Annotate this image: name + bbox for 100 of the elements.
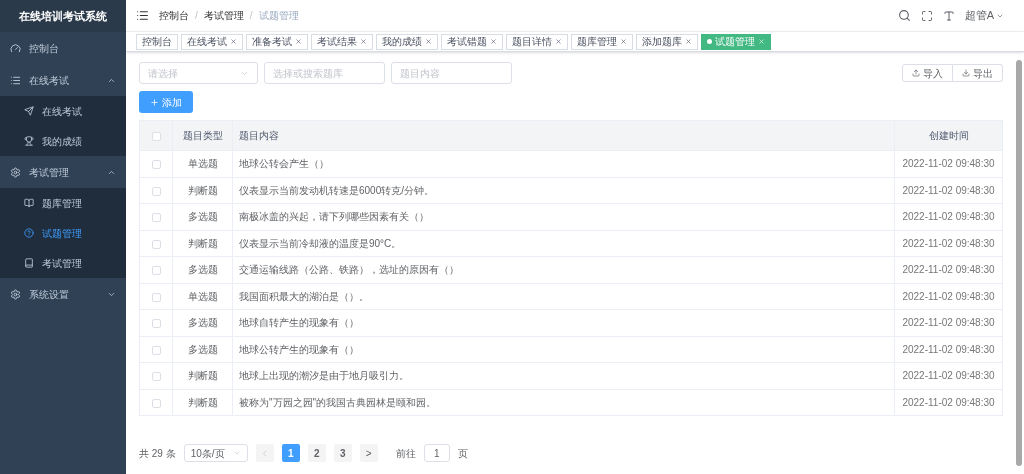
table-cell: 南极冰盖的兴起，请下列哪些因素有关（） xyxy=(232,203,895,230)
column-header: 创建时间 xyxy=(894,120,1003,151)
close-icon[interactable] xyxy=(555,38,562,45)
close-icon[interactable] xyxy=(685,38,692,45)
table-cell: 判断题 xyxy=(172,362,233,389)
row-checkbox[interactable] xyxy=(151,239,161,249)
menu-icon xyxy=(10,42,21,54)
row-checkbox[interactable] xyxy=(151,398,161,408)
table-cell: 交通运输线路（公路、铁路），选址的原因有（） xyxy=(232,256,895,283)
table-cell: 2022-11-02 09:48:30 xyxy=(894,150,1003,177)
total-count: 共 29 条 xyxy=(139,446,176,461)
submenu-item[interactable]: 题库管理 xyxy=(0,188,126,218)
breadcrumb-separator: / xyxy=(249,9,253,23)
table-cell: 被称为"万园之园"的我国古典园林是颐和园。 xyxy=(232,389,895,416)
row-checkbox[interactable] xyxy=(151,213,161,223)
table-cell: 地球公转会产生（） xyxy=(232,150,895,177)
menu-icon xyxy=(10,166,21,178)
font-size-icon[interactable] xyxy=(942,9,955,22)
table-cell: 仪表显示当前冷却液的温度是90°C。 xyxy=(232,230,895,257)
menu-item[interactable]: 系统设置 xyxy=(0,278,126,310)
tag[interactable]: 我的成绩 xyxy=(376,33,438,50)
breadcrumb-item[interactable]: 控制台 xyxy=(159,8,189,23)
close-icon[interactable] xyxy=(360,38,367,45)
download-icon xyxy=(962,69,970,77)
table-cell: 2022-11-02 09:48:30 xyxy=(894,283,1003,310)
row-checkbox[interactable] xyxy=(151,372,161,382)
page-size-select[interactable]: 10条/页 xyxy=(183,444,248,462)
row-checkbox[interactable] xyxy=(151,160,161,170)
table-cell: 2022-11-02 09:48:30 xyxy=(894,177,1003,204)
table-cell: 多选题 xyxy=(172,309,233,336)
breadcrumb-separator: / xyxy=(195,9,198,23)
table-cell: 2022-11-02 09:48:30 xyxy=(894,309,1003,336)
user-menu[interactable]: 超管A xyxy=(964,7,1004,24)
row-checkbox[interactable] xyxy=(151,345,161,355)
table-cell: 多选题 xyxy=(172,203,233,230)
table-cell: 2022-11-02 09:48:30 xyxy=(894,256,1003,283)
column-header: 题目类型 xyxy=(172,120,233,151)
plus-icon xyxy=(150,97,159,107)
table-cell: 判断题 xyxy=(172,389,233,416)
menu-toggle-icon[interactable] xyxy=(136,9,149,22)
table-cell: 2022-11-02 09:48:30 xyxy=(894,230,1003,257)
scrollbar[interactable] xyxy=(1016,60,1022,466)
table-cell: 2022-11-02 09:48:30 xyxy=(894,203,1003,230)
table-cell: 地球上出现的潮汐是由于地月吸引力。 xyxy=(232,362,895,389)
table-cell: 多选题 xyxy=(172,336,233,363)
submenu-item[interactable]: 我的成绩 xyxy=(0,126,126,156)
tag[interactable]: 添加题库 xyxy=(636,33,698,50)
upload-icon xyxy=(912,69,920,77)
table-cell: 2022-11-02 09:48:30 xyxy=(894,336,1003,363)
row-checkbox[interactable] xyxy=(151,292,161,302)
submenu-item[interactable]: 考试管理 xyxy=(0,248,126,278)
row-checkbox[interactable] xyxy=(151,266,161,276)
menu-icon xyxy=(24,258,34,268)
select-all-checkbox[interactable] xyxy=(151,131,161,141)
row-checkbox[interactable] xyxy=(151,186,161,196)
page-button[interactable]: 3 xyxy=(333,444,352,462)
table-cell: 仪表显示当前发动机转速是6000转克/分钟。 xyxy=(232,177,895,204)
tag[interactable]: 题库管理 xyxy=(571,33,633,50)
page-button[interactable]: 2 xyxy=(307,444,326,462)
search-icon[interactable] xyxy=(897,9,911,22)
table-cell: 判断题 xyxy=(172,177,233,204)
menu-item[interactable]: 在线考试 xyxy=(0,64,126,96)
submenu-item[interactable]: 在线考试 xyxy=(0,96,126,126)
app-title: 在线培训考试系统 xyxy=(0,0,126,32)
fullscreen-icon[interactable] xyxy=(920,9,933,22)
table-cell: 地球自转产生的现象有（） xyxy=(232,309,895,336)
menu-icon xyxy=(24,198,34,208)
menu-icon xyxy=(10,288,21,300)
tag[interactable]: 考试错题 xyxy=(441,33,503,50)
menu-icon xyxy=(24,106,34,116)
menu-item[interactable]: 考试管理 xyxy=(0,156,126,188)
tag[interactable]: 控制台 xyxy=(136,33,178,50)
caret-icon xyxy=(232,449,241,457)
import-button[interactable]: 导入 xyxy=(902,64,953,82)
table-cell: 多选题 xyxy=(172,256,233,283)
row-checkbox[interactable] xyxy=(151,319,161,329)
menu-icon xyxy=(10,74,21,86)
next-page-button[interactable]: > xyxy=(359,444,378,462)
goto-page-field[interactable]: 1 xyxy=(423,444,450,462)
menu-item[interactable]: 控制台 xyxy=(0,32,126,64)
column-header: 题目内容 xyxy=(232,120,895,151)
submenu-item[interactable]: 试题管理 xyxy=(0,218,126,248)
menu-icon xyxy=(24,228,34,238)
close-icon[interactable] xyxy=(295,38,302,45)
goto-label: 前往 xyxy=(395,446,416,461)
table-cell: 单选题 xyxy=(172,150,233,177)
close-icon[interactable] xyxy=(425,38,432,45)
breadcrumb-item[interactable]: 考试管理 xyxy=(203,8,244,23)
tag[interactable]: 准备考试 xyxy=(246,33,308,50)
table-cell: 地球公转产生的现象有（） xyxy=(232,336,895,363)
tag[interactable]: 在线考试 xyxy=(181,33,243,50)
close-icon[interactable] xyxy=(230,38,237,45)
export-button[interactable]: 导出 xyxy=(953,64,1003,82)
table-cell: 2022-11-02 09:48:30 xyxy=(894,362,1003,389)
close-icon[interactable] xyxy=(490,38,497,45)
table-cell: 2022-11-02 09:48:30 xyxy=(894,389,1003,416)
close-icon[interactable] xyxy=(620,38,627,45)
tag[interactable]: 考试结果 xyxy=(311,33,373,50)
page-unit-label: 页 xyxy=(457,446,468,461)
tag[interactable]: 题目详情 xyxy=(506,33,568,50)
